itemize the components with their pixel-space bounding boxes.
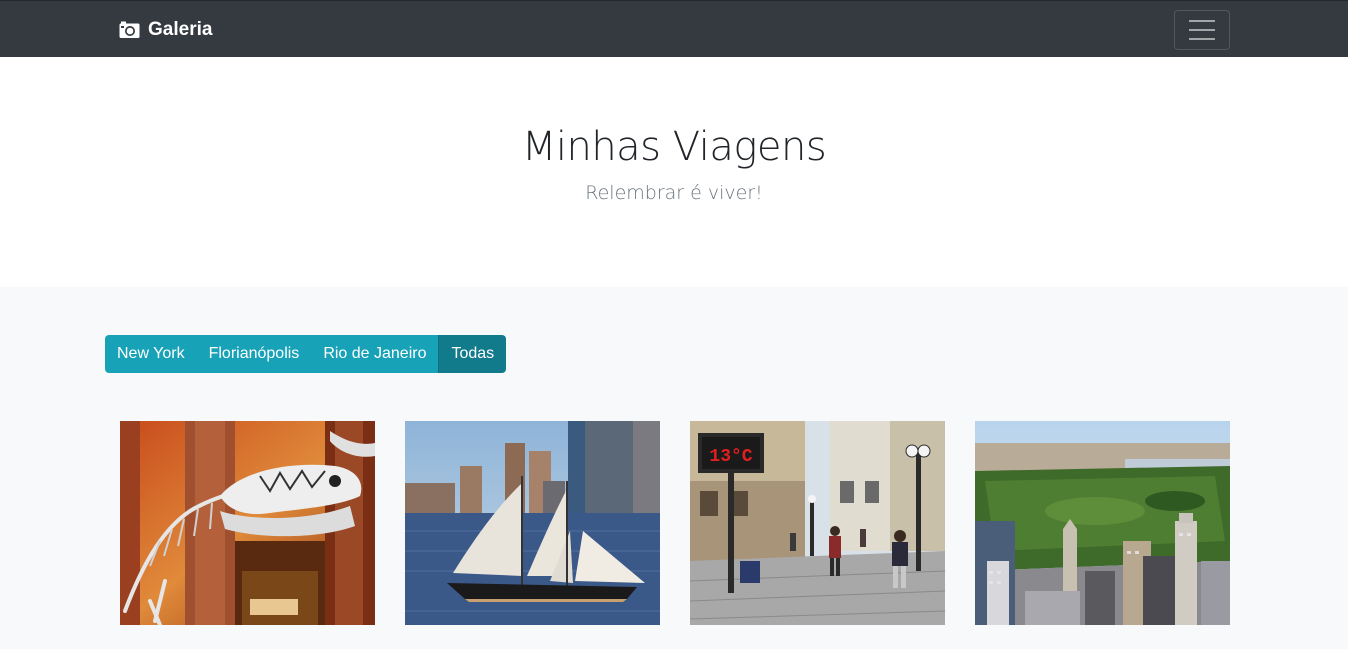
filter-todas-button[interactable]: Todas — [438, 335, 507, 373]
sailboat-image — [405, 421, 660, 625]
filter-button-group: New York Florianópolis Rio de Janeiro To… — [105, 335, 507, 373]
filter-new-york-button[interactable]: New York — [105, 335, 197, 373]
gallery-photo-sailboat[interactable] — [405, 421, 660, 625]
aerial-city-park-image — [975, 421, 1230, 625]
page-subtitle: Relembrar é viver! — [585, 182, 763, 204]
navbar-toggler-button[interactable] — [1174, 10, 1230, 50]
gallery-photo-aerial-park[interactable] — [975, 421, 1230, 625]
hamburger-menu-icon — [1189, 20, 1215, 22]
brand-label: Galeria — [148, 19, 213, 40]
gallery-photo-street[interactable]: 13°C — [690, 421, 945, 625]
filter-rio-de-janeiro-button[interactable]: Rio de Janeiro — [311, 335, 439, 373]
photo-gallery: 13°C — [0, 421, 1348, 625]
gallery-photo-dinosaur[interactable] — [120, 421, 375, 625]
filter-florianopolis-button[interactable]: Florianópolis — [196, 335, 312, 373]
dinosaur-skeleton-image — [120, 421, 375, 625]
page-title: Minhas Viagens — [521, 124, 827, 170]
thermometer-sign-text: 13°C — [709, 447, 752, 467]
camera-icon — [119, 21, 140, 38]
pedestrian-street-image: 13°C — [690, 421, 945, 625]
hero: Minhas Viagens Relembrar é viver! — [0, 57, 1348, 287]
brand-link[interactable]: Galeria — [119, 18, 212, 42]
navbar: Galeria — [0, 0, 1348, 57]
